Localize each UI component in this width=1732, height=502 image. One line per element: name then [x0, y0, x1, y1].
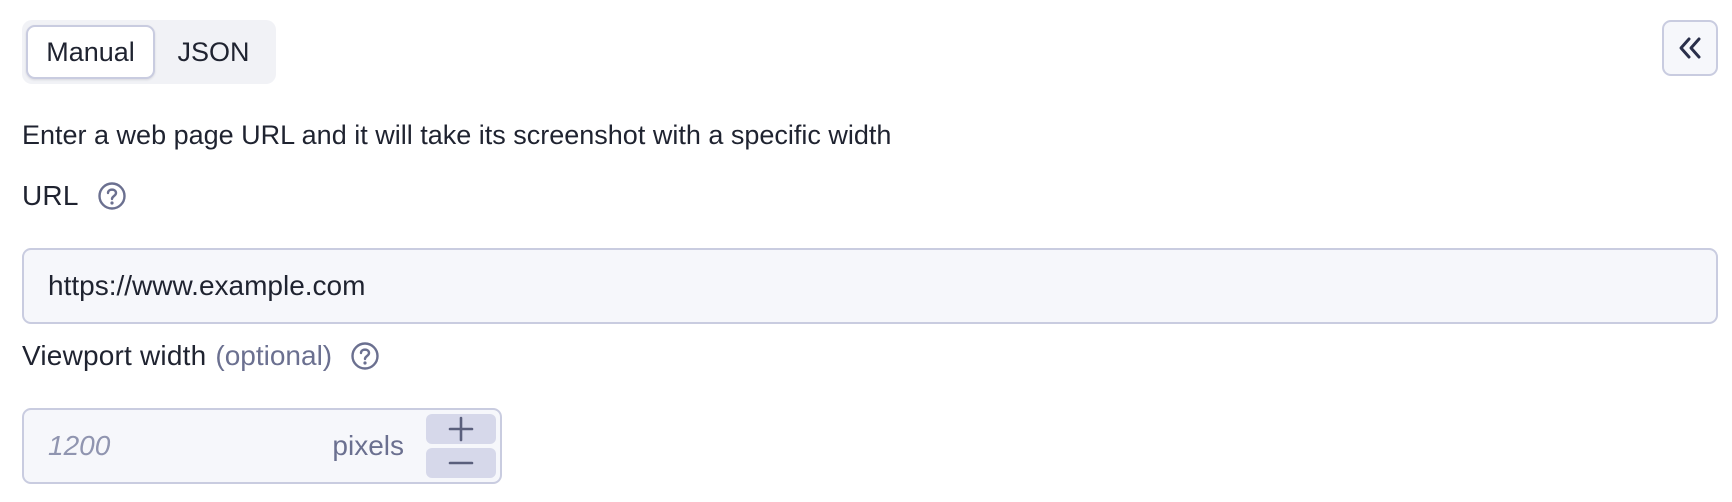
tab-manual-label: Manual — [46, 36, 135, 67]
optional-label: (optional) — [215, 340, 333, 371]
url-field-label: URL — [22, 180, 127, 212]
url-label-text: URL — [22, 180, 79, 211]
tab-json[interactable]: JSON — [155, 25, 272, 79]
collapse-panel-button[interactable] — [1662, 20, 1718, 76]
double-chevron-left-icon — [1679, 37, 1701, 59]
integration-form: Manual JSON Enter a web page URL and it … — [0, 0, 1732, 502]
question-circle-icon[interactable] — [350, 341, 380, 371]
mode-toggle: Manual JSON — [22, 20, 276, 84]
decrement-button[interactable] — [426, 448, 496, 478]
viewport-width-input[interactable] — [24, 410, 324, 482]
viewport-width-input-group: pixels — [22, 408, 502, 484]
description-text: Enter a web page URL and it will take it… — [22, 120, 892, 150]
plus-icon — [448, 416, 474, 442]
url-input[interactable] — [22, 248, 1718, 324]
increment-button[interactable] — [426, 414, 496, 444]
minus-icon — [448, 461, 474, 465]
tab-manual[interactable]: Manual — [26, 25, 155, 79]
width-stepper — [426, 414, 496, 478]
viewport-width-field-label: Viewport width (optional) — [22, 340, 380, 372]
tab-json-label: JSON — [177, 36, 250, 67]
question-circle-icon[interactable] — [97, 181, 127, 211]
viewport-width-label-text: Viewport width — [22, 340, 207, 371]
unit-suffix: pixels — [332, 430, 404, 461]
